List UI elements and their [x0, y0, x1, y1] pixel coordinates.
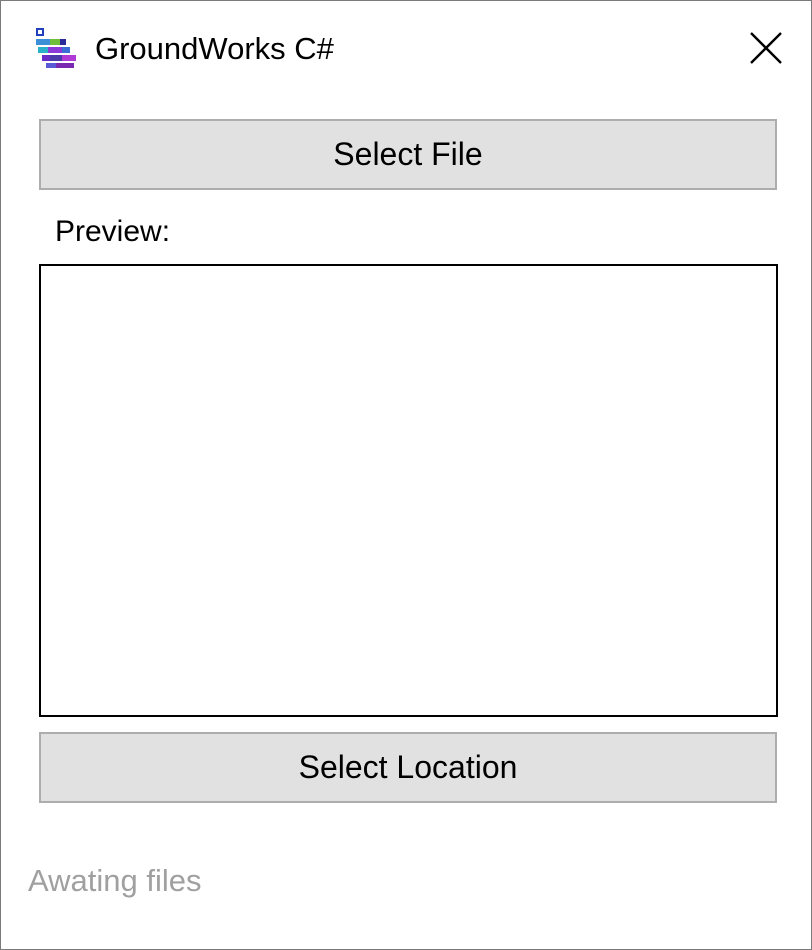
- title-bar[interactable]: GroundWorks C#: [1, 1, 811, 97]
- window-title: GroundWorks C#: [95, 31, 334, 66]
- app-window: GroundWorks C# Select File Preview: Sele…: [0, 0, 812, 950]
- close-button[interactable]: [736, 19, 796, 77]
- preview-label: Preview:: [55, 215, 171, 248]
- app-icon: [34, 26, 80, 72]
- select-location-button[interactable]: Select Location: [39, 732, 777, 803]
- status-text: Awating files: [28, 863, 202, 898]
- preview-box[interactable]: [39, 264, 778, 717]
- close-icon: [750, 32, 782, 64]
- select-file-button[interactable]: Select File: [39, 119, 777, 190]
